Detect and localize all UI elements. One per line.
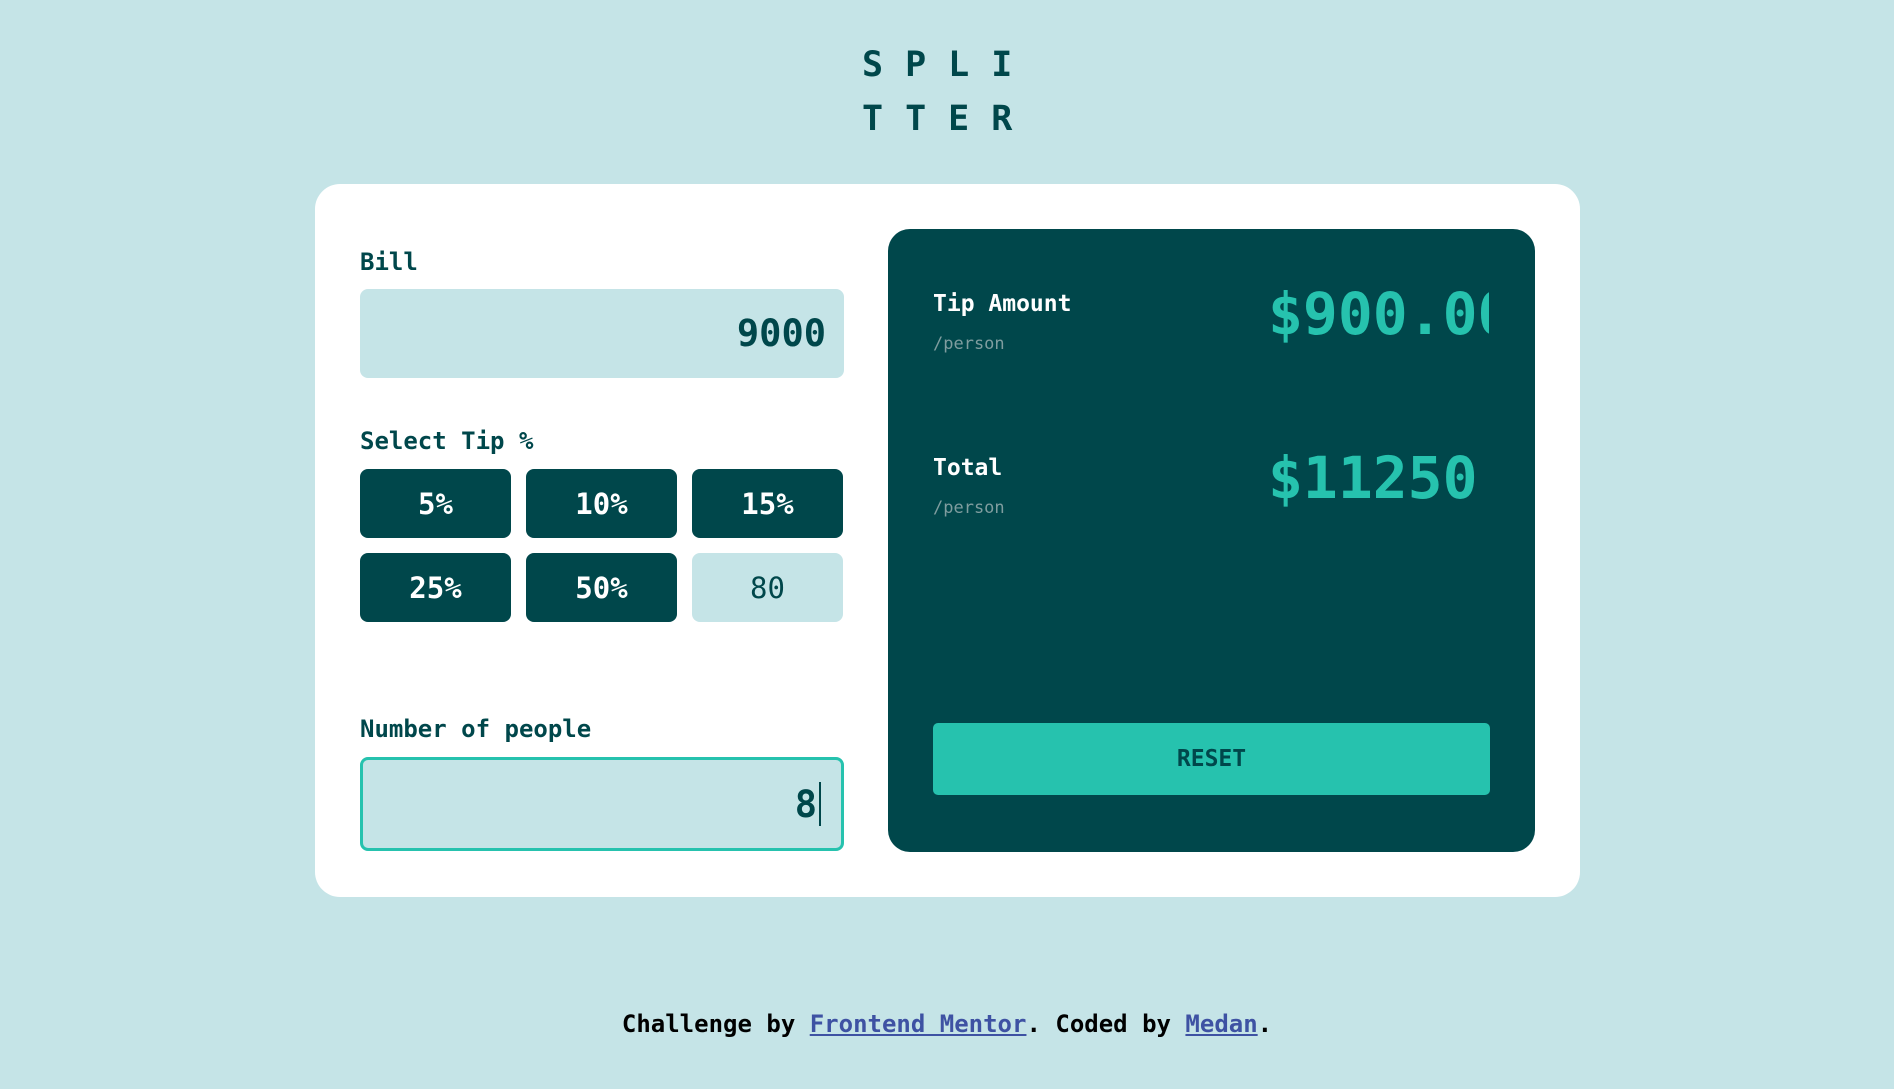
- total-value: $11250: [1268, 444, 1478, 512]
- total-per-person: /person: [933, 498, 1005, 518]
- bill-input-value: 9000: [736, 312, 826, 355]
- bill-label: Bill: [360, 248, 418, 276]
- select-tip-label: Select Tip %: [360, 427, 534, 455]
- total-label: Total: [933, 455, 1003, 481]
- tip-button-25[interactable]: 25%: [360, 553, 511, 622]
- app-logo: SPLI TTER: [862, 38, 1032, 146]
- tip-button-5[interactable]: 5%: [360, 469, 511, 538]
- tip-button-15[interactable]: 15%: [692, 469, 843, 538]
- number-of-people-input[interactable]: 8: [360, 757, 844, 851]
- footer-suffix: .: [1257, 1010, 1273, 1038]
- text-caret: [819, 782, 821, 826]
- tip-amount-value: $900.00: [1268, 280, 1489, 348]
- frontend-mentor-link[interactable]: Frontend Mentor: [810, 1010, 1027, 1038]
- number-of-people-label: Number of people: [360, 715, 592, 743]
- tip-options: 5% 10% 15% 25% 50% 80: [360, 469, 844, 622]
- author-link[interactable]: Medan: [1185, 1010, 1257, 1038]
- tip-button-10[interactable]: 10%: [526, 469, 677, 538]
- footer-middle: . Coded by: [1026, 1010, 1186, 1038]
- custom-tip-input[interactable]: 80: [692, 553, 843, 622]
- reset-button[interactable]: RESET: [933, 723, 1490, 795]
- footer-prefix: Challenge by: [621, 1010, 810, 1038]
- logo-line-1: SPLI: [862, 45, 1035, 85]
- calculator-card: Bill 9000 Select Tip % 5% 10% 15% 25% 50…: [315, 184, 1580, 897]
- tip-amount-per-person: /person: [933, 334, 1005, 354]
- tip-button-50[interactable]: 50%: [526, 553, 677, 622]
- people-input-value: 8: [794, 782, 817, 826]
- result-panel: Tip Amount /person $900.00 Total /person…: [888, 229, 1535, 852]
- tip-amount-label: Tip Amount: [933, 291, 1072, 317]
- bill-input[interactable]: 9000: [360, 289, 844, 378]
- attribution-footer: Challenge by Frontend Mentor. Coded by M…: [0, 1010, 1894, 1038]
- logo-line-2: TTER: [862, 99, 1035, 139]
